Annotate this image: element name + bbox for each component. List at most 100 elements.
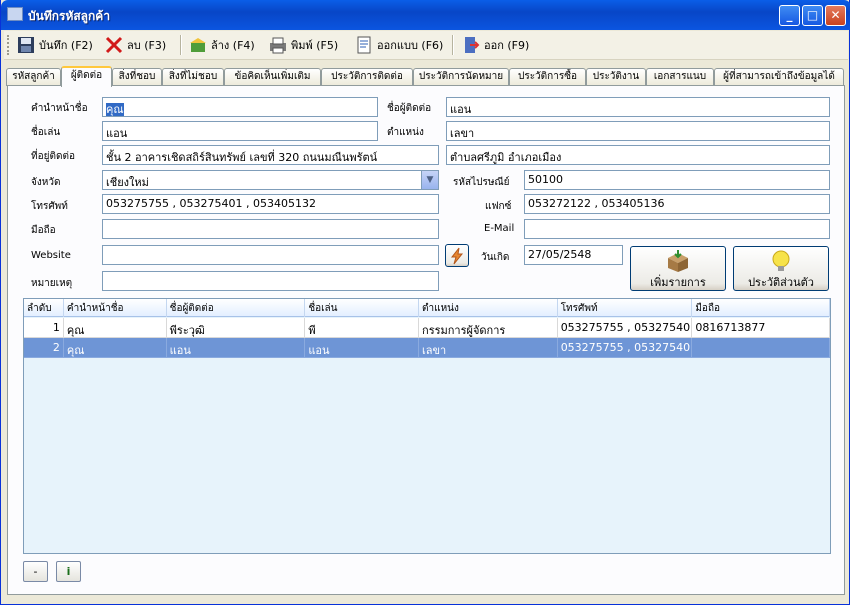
column-header[interactable]: ชื่อเล่น [305, 299, 420, 317]
column-header[interactable]: คำนำหน้าชื่อ [64, 299, 167, 317]
tab-customer-code[interactable]: รหัสลูกค้า [6, 68, 61, 86]
province-label: จังหวัด [31, 177, 61, 188]
tab-work-history[interactable]: ประวัติงาน [586, 68, 646, 86]
app-icon [7, 7, 23, 21]
table-cell: พีระวุฒิ [166, 318, 306, 338]
tab-purchase-history[interactable]: ประวัติการซื้อ [509, 68, 586, 86]
table-cell: 1 [24, 318, 64, 338]
table-cell: แอน [305, 338, 420, 358]
website-label: Website [31, 250, 71, 261]
close-button[interactable]: ✕ [825, 5, 846, 26]
column-header[interactable]: ลำดับ [24, 299, 64, 317]
table-cell: พี [305, 318, 420, 338]
province-select[interactable]: เชียงใหม่ ▼ [102, 170, 439, 190]
clear-label: ล้าง (F4) [211, 39, 255, 52]
note-label: หมายเหตุ [31, 278, 73, 289]
tab-appointment-history[interactable]: ประวัติการนัดหมาย [413, 68, 509, 86]
table-cell: 2 [24, 338, 64, 358]
table-cell: เลขา [419, 338, 558, 358]
province-value: เชียงใหม่ [106, 176, 149, 189]
tab-contacts[interactable]: ผู้ติดต่อ [61, 66, 112, 87]
contact-name-input[interactable]: แอน [446, 97, 830, 117]
table-row[interactable]: 2 คุณ แอน แอน เลขา 053275755 , 05327540.… [24, 338, 830, 358]
tab-likes[interactable]: สิ่งที่ชอบ [112, 68, 162, 86]
table-cell: แอน [166, 338, 306, 358]
clear-button[interactable]: ล้าง (F4) [186, 34, 257, 56]
position-input[interactable]: เลขา [446, 121, 830, 141]
email-label: E-Mail [484, 223, 515, 234]
birthday-input[interactable]: 27/05/2548 [524, 245, 623, 265]
birthday-label: วันเกิด [481, 252, 510, 263]
mobile-input[interactable] [102, 219, 439, 239]
zip-input[interactable]: 50100 [524, 170, 830, 190]
website-input[interactable] [102, 245, 439, 265]
table-cell: กรรมการผู้จัดการ [419, 318, 558, 338]
website-go-button[interactable] [445, 244, 469, 267]
fax-input[interactable]: 053272122 , 053405136 [524, 194, 830, 214]
nickname-label: ชื่อเล่น [31, 127, 61, 138]
table-cell: คุณ [63, 318, 167, 338]
toolbar-grip[interactable] [7, 35, 10, 55]
tab-strip: รหัสลูกค้า ผู้ติดต่อ สิ่งที่ชอบ สิ่งที่ไ… [6, 66, 844, 87]
prefix-value: คุณ [106, 103, 124, 116]
mobile-label: มือถือ [31, 225, 56, 236]
design-button[interactable]: ออกแบบ (F6) [352, 34, 445, 56]
app-window: บันทึกรหัสลูกค้า _ □ ✕ บันทึก (F2) ลบ (F… [0, 0, 850, 605]
contacts-grid[interactable]: ลำดับ คำนำหน้าชื่อ ชื่อผู้ติดต่อ ชื่อเล่… [23, 298, 831, 554]
clear-icon [188, 35, 208, 55]
note-input[interactable] [102, 271, 439, 291]
prefix-label: คำนำหน้าชื่อ [31, 103, 88, 114]
exit-icon [461, 35, 481, 55]
maximize-button[interactable]: □ [802, 5, 823, 26]
title-bar: บันทึกรหัสลูกค้า _ □ ✕ [1, 0, 850, 30]
save-icon [16, 35, 36, 55]
toolbar: บันทึก (F2) ลบ (F3) ล้าง (F4) พิมพ์ (F5) [4, 31, 848, 60]
phone-input[interactable]: 053275755 , 053275401 , 053405132 [102, 194, 439, 214]
table-cell [692, 338, 830, 358]
toolbar-separator [452, 35, 454, 55]
info-button[interactable]: i [56, 561, 81, 582]
phone-label: โทรศัพท์ [31, 201, 68, 212]
delete-label: ลบ (F3) [127, 39, 167, 52]
print-label: พิมพ์ (F5) [291, 39, 339, 52]
remove-row-button[interactable]: - [23, 561, 48, 582]
minimize-button[interactable]: _ [779, 5, 800, 26]
table-cell: 053275755 , 05327540... [557, 338, 693, 358]
box-icon [668, 250, 688, 272]
lightning-icon [450, 247, 464, 265]
email-input[interactable] [524, 219, 830, 239]
lightbulb-icon [772, 250, 790, 271]
add-item-button[interactable]: เพิ่มรายการ [630, 246, 726, 291]
window-title: บันทึกรหัสลูกค้า [28, 9, 111, 23]
address-input[interactable]: ชั้น 2 อาคารเชิดสถิร์สินทรัพย์ เลขที่ 32… [102, 145, 439, 165]
column-header[interactable]: โทรศัพท์ [558, 299, 693, 317]
table-cell: 053275755 , 05327540... [557, 318, 693, 338]
personal-history-button[interactable]: ประวัติส่วนตัว [733, 246, 829, 291]
exit-button[interactable]: ออก (F9) [459, 34, 531, 56]
prefix-input[interactable]: คุณ [102, 97, 378, 117]
chevron-down-icon[interactable]: ▼ [421, 171, 438, 189]
tab-attachments[interactable]: เอกสารแนบ [646, 68, 714, 86]
delete-button[interactable]: ลบ (F3) [102, 34, 168, 56]
tab-access-users[interactable]: ผู้ที่สามารถเข้าถึงข้อมูลได้ [714, 68, 844, 86]
fax-label: แฟกซ์ [485, 201, 512, 212]
save-button[interactable]: บันทึก (F2) [14, 34, 95, 56]
table-cell: 0816713877 [692, 318, 830, 338]
position-label: ตำแหน่ง [387, 127, 424, 138]
column-header[interactable]: ชื่อผู้ติดต่อ [167, 299, 306, 317]
tab-comments[interactable]: ข้อคิดเห็นเพิ่มเติม [224, 68, 321, 86]
print-button[interactable]: พิมพ์ (F5) [266, 34, 340, 56]
tab-dislikes[interactable]: สิ่งที่ไม่ชอบ [162, 68, 224, 86]
personal-history-label: ประวัติส่วนตัว [748, 276, 814, 289]
table-row[interactable]: 1 คุณ พีระวุฒิ พี กรรมการผู้จัดการ 05327… [24, 318, 830, 338]
contact-name-label: ชื่อผู้ติดต่อ [387, 103, 432, 114]
zip-label: รหัสไปรษณีย์ [453, 177, 510, 188]
column-header[interactable]: มือถือ [692, 299, 830, 317]
tab-contact-history[interactable]: ประวัติการติดต่อ [321, 68, 413, 86]
address-label: ที่อยู่ติดต่อ [31, 151, 75, 162]
delete-icon [104, 35, 124, 55]
address-line2-input[interactable]: ตำบลศรีภูมิ อำเภอเมือง [446, 145, 830, 165]
nickname-input[interactable]: แอน [102, 121, 378, 141]
column-header[interactable]: ตำแหน่ง [419, 299, 558, 317]
design-icon [354, 35, 374, 55]
